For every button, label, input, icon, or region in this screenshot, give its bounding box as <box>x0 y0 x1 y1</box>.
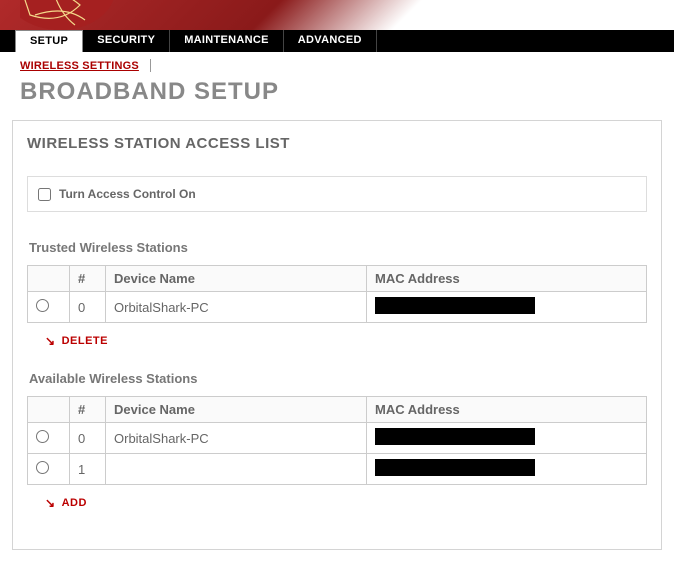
trusted-table: # Device Name MAC Address 0 OrbitalShark… <box>27 265 647 323</box>
delete-label: DELETE <box>62 335 108 347</box>
add-label: ADD <box>62 497 87 509</box>
delete-button[interactable]: ↘ DELETE <box>27 333 647 367</box>
trusted-row-radio[interactable] <box>36 299 49 312</box>
redacted-mac <box>375 428 535 445</box>
available-row-device <box>106 454 367 485</box>
col-device: Device Name <box>106 397 367 423</box>
table-header-row: # Device Name MAC Address <box>28 266 647 292</box>
col-num: # <box>70 397 106 423</box>
available-table: # Device Name MAC Address 0 OrbitalShark… <box>27 396 647 485</box>
main-panel: WIRELESS STATION ACCESS LIST Turn Access… <box>12 120 662 550</box>
arrow-icon: ↘ <box>45 335 56 347</box>
available-row-num: 0 <box>70 423 106 454</box>
header-banner <box>0 0 674 30</box>
tab-security[interactable]: SECURITY <box>83 30 170 52</box>
available-row-mac <box>367 423 647 454</box>
available-row-radio[interactable] <box>36 430 49 443</box>
available-heading: Available Wireless Stations <box>29 371 647 386</box>
trusted-row-mac <box>367 292 647 323</box>
available-row-radio[interactable] <box>36 461 49 474</box>
col-mac: MAC Address <box>367 397 647 423</box>
trusted-heading: Trusted Wireless Stations <box>29 240 647 255</box>
available-row-num: 1 <box>70 454 106 485</box>
available-row-mac <box>367 454 647 485</box>
col-select <box>28 266 70 292</box>
access-control-label: Turn Access Control On <box>59 187 196 201</box>
access-control-row: Turn Access Control On <box>27 176 647 212</box>
redacted-mac <box>375 459 535 476</box>
access-control-checkbox[interactable] <box>38 188 51 201</box>
subnav-wireless-settings[interactable]: WIRELESS SETTINGS <box>20 60 139 72</box>
redacted-mac <box>375 297 535 314</box>
trusted-row-device: OrbitalShark-PC <box>106 292 367 323</box>
col-mac: MAC Address <box>367 266 647 292</box>
table-row: 0 OrbitalShark-PC <box>28 292 647 323</box>
trusted-row-num: 0 <box>70 292 106 323</box>
section-title: WIRELESS STATION ACCESS LIST <box>27 135 647 152</box>
col-select <box>28 397 70 423</box>
table-row: 1 <box>28 454 647 485</box>
arrow-icon: ↘ <box>45 497 56 509</box>
page-title: BROADBAND SETUP <box>0 74 674 120</box>
main-tabs: SETUP SECURITY MAINTENANCE ADVANCED <box>0 30 674 52</box>
tab-advanced[interactable]: ADVANCED <box>284 30 377 52</box>
add-button[interactable]: ↘ ADD <box>27 495 647 529</box>
available-row-device: OrbitalShark-PC <box>106 423 367 454</box>
subnav-divider <box>150 59 151 72</box>
col-num: # <box>70 266 106 292</box>
subnav: WIRELESS SETTINGS <box>0 52 674 74</box>
table-row: 0 OrbitalShark-PC <box>28 423 647 454</box>
tab-setup[interactable]: SETUP <box>15 30 83 52</box>
tab-maintenance[interactable]: MAINTENANCE <box>170 30 284 52</box>
col-device: Device Name <box>106 266 367 292</box>
table-header-row: # Device Name MAC Address <box>28 397 647 423</box>
